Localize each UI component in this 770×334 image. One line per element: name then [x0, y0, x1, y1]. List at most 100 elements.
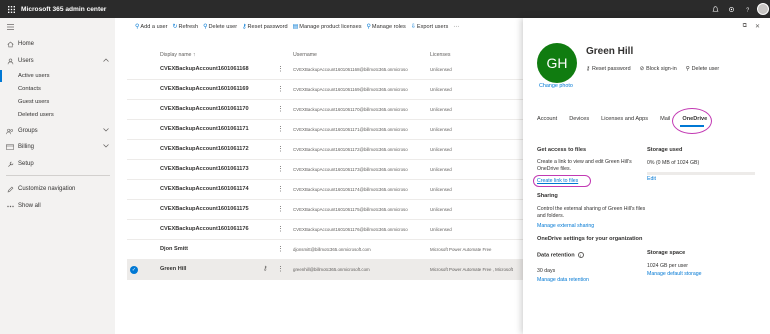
app-launcher-icon[interactable]: [4, 0, 18, 18]
delete-user-button[interactable]: ⚲ Delete user: [203, 23, 237, 31]
nav-item-active-users[interactable]: Active users: [0, 70, 115, 82]
manage-roles-button[interactable]: ⚲ Manage roles: [367, 23, 406, 31]
close-icon[interactable]: ✕: [755, 23, 760, 30]
nav-item-billing[interactable]: Billing: [0, 141, 115, 153]
manage-data-retention-link[interactable]: Manage data retention: [537, 277, 589, 283]
user-display-name: Green Hill: [586, 46, 634, 57]
row-more-icon[interactable]: ⋮: [277, 85, 284, 93]
sharing-title: Sharing: [537, 193, 558, 199]
nav-item-users[interactable]: Users: [0, 55, 115, 67]
tab-account[interactable]: Account: [537, 116, 557, 122]
user-icon: [5, 58, 15, 65]
edit-storage-link[interactable]: Edit: [647, 176, 656, 182]
table-row[interactable]: CVEXBackupAccount1601061170 ⋮ CVEXBackupAc…: [127, 100, 523, 120]
display-name-cell[interactable]: CVEXBackupAccount1601061175: [160, 206, 249, 212]
get-access-text: Create a link to view and edit Green Hil…: [537, 159, 632, 173]
delete-user-action[interactable]: ⚲ Delete user: [686, 66, 720, 72]
display-name-cell[interactable]: CVEXBackupAccount1601061174: [160, 186, 249, 192]
nav-label: Setup: [18, 161, 34, 167]
reset-password-button[interactable]: ⚷ Reset password: [242, 23, 288, 31]
table-row[interactable]: CVEXBackupAccount1601061173 ⋮ CVEXBackupAc…: [127, 160, 523, 180]
row-more-icon[interactable]: ⋮: [277, 65, 284, 73]
row-more-icon[interactable]: ⋮: [277, 185, 284, 193]
table-row[interactable]: CVEXBackupAccount1601061168 ⋮ CVEXBackupAc…: [127, 60, 523, 80]
account-avatar[interactable]: [756, 0, 770, 18]
nav-item-customize-navigation[interactable]: Customize navigation: [0, 183, 115, 195]
nav-collapse-button[interactable]: [0, 21, 115, 33]
tab-licenses-and-apps[interactable]: Licenses and Apps: [601, 116, 648, 122]
row-more-icon[interactable]: ⋮: [277, 165, 284, 173]
button-label: Manage product licenses: [299, 23, 362, 30]
info-icon[interactable]: i: [577, 252, 584, 258]
row-more-icon[interactable]: ⋮: [277, 245, 284, 253]
tab-mail[interactable]: Mail: [660, 116, 670, 122]
nav-label: Billing: [18, 144, 35, 150]
column-header-licenses[interactable]: Licenses: [430, 52, 450, 58]
bell-icon[interactable]: [708, 0, 722, 18]
reset-password-action[interactable]: ⚷ Reset password: [586, 66, 631, 72]
nav-item-groups[interactable]: Groups: [0, 125, 115, 137]
reset-password-row-icon[interactable]: ⚷: [263, 265, 267, 272]
row-more-icon[interactable]: ⋮: [277, 105, 284, 113]
licenses-cell: Unlicensed: [430, 227, 452, 232]
row-more-icon[interactable]: ⋮: [277, 265, 284, 273]
app-title: Microsoft 365 admin center: [21, 5, 107, 13]
licenses-cell: Unlicensed: [430, 107, 452, 112]
help-icon[interactable]: ?: [740, 0, 754, 18]
display-name-cell[interactable]: CVEXBackupAccount1601061173: [160, 166, 249, 172]
display-name-cell[interactable]: CVEXBackupAccount1601061172: [160, 146, 249, 152]
display-name-cell[interactable]: CVEXBackupAccount1601061169: [160, 86, 249, 92]
hamburger-icon: [5, 24, 15, 30]
nav-item-guest-users[interactable]: Guest users: [0, 96, 115, 108]
licenses-cell: Microsoft Power Automate Free: [430, 247, 492, 252]
table-row[interactable]: CVEXBackupAccount1601061175 ⋮ CVEXBackupAc…: [127, 200, 523, 220]
credit-card-icon: [5, 144, 15, 150]
change-photo-link[interactable]: Change photo: [539, 83, 573, 89]
licenses-cell: Unlicensed: [430, 187, 452, 192]
expand-icon[interactable]: ⧉: [743, 23, 747, 30]
nav-item-contacts[interactable]: Contacts: [0, 83, 115, 95]
row-more-icon[interactable]: ⋮: [277, 205, 284, 213]
display-name-cell[interactable]: CVEXBackupAccount1601061168: [160, 66, 249, 72]
block-signin-action[interactable]: ⊘ Block sign-in: [640, 66, 677, 72]
column-header-display-name[interactable]: Display name ↑: [160, 52, 195, 58]
licenses-cell: Unlicensed: [430, 87, 452, 92]
manage-default-storage-link[interactable]: Manage default storage: [647, 271, 702, 277]
nav-item-deleted-users[interactable]: Deleted users: [0, 109, 115, 121]
manage-licenses-button[interactable]: ▤ Manage product licenses: [293, 23, 362, 31]
left-navigation: Home Users Active users Contacts Guest u…: [0, 18, 115, 334]
display-name-cell[interactable]: CVEXBackupAccount1601061176: [160, 226, 249, 232]
table-row[interactable]: CVEXBackupAccount1601061174 ⋮ CVEXBackupAc…: [127, 180, 523, 200]
manage-external-sharing-link[interactable]: Manage external sharing: [537, 223, 594, 229]
refresh-button[interactable]: ↻ Refresh: [172, 23, 198, 31]
settings-icon[interactable]: [724, 0, 738, 18]
table-row[interactable]: CVEXBackupAccount1601061171 ⋮ CVEXBackupAc…: [127, 120, 523, 140]
display-name-cell[interactable]: CVEXBackupAccount1601061171: [160, 126, 249, 132]
nav-item-home[interactable]: Home: [0, 38, 115, 50]
column-header-username[interactable]: Username: [293, 52, 317, 58]
data-retention-value: 30 days: [537, 268, 556, 274]
display-name-cell[interactable]: CVEXBackupAccount1601061170: [160, 106, 249, 112]
selected-check-icon[interactable]: ✓: [130, 266, 138, 274]
storage-space-title: Storage space: [647, 250, 686, 256]
table-row[interactable]: ✓ Green Hill ⚷ ⋮ greenhill@billmotc365.onmic…: [127, 260, 523, 280]
add-user-button[interactable]: ⚲ Add a user: [135, 23, 167, 31]
more-actions-button[interactable]: ···: [453, 24, 459, 30]
row-more-icon[interactable]: ⋮: [277, 145, 284, 153]
onedrive-org-settings-title: OneDrive settings for your organization: [537, 236, 643, 242]
storage-progress-bar: [647, 172, 755, 175]
table-row[interactable]: CVEXBackupAccount1601061169 ⋮ CVEXBackupAc…: [127, 80, 523, 100]
table-row[interactable]: CVEXBackupAccount1601061176 ⋮ CVEXBackupAc…: [127, 220, 523, 240]
nav-item-setup[interactable]: Setup: [0, 158, 115, 170]
nav-item-show-all[interactable]: Show all: [0, 200, 115, 212]
table-row[interactable]: CVEXBackupAccount1601061172 ⋮ CVEXBackupAc…: [127, 140, 523, 160]
export-users-button[interactable]: ⇩ Export users: [411, 23, 448, 31]
tab-devices[interactable]: Devices: [569, 116, 589, 122]
refresh-icon: ↻: [172, 24, 178, 30]
display-name-cell[interactable]: Djon Smitt: [160, 246, 188, 252]
row-more-icon[interactable]: ⋮: [277, 125, 284, 133]
username-cell: CVEXBackupAccount1601061175@billmotc365.…: [293, 207, 408, 212]
table-row[interactable]: Djon Smitt ⋮ djonsmitt@billmotc365.onmicro…: [127, 240, 523, 260]
display-name-cell[interactable]: Green Hill: [160, 266, 186, 272]
row-more-icon[interactable]: ⋮: [277, 225, 284, 233]
